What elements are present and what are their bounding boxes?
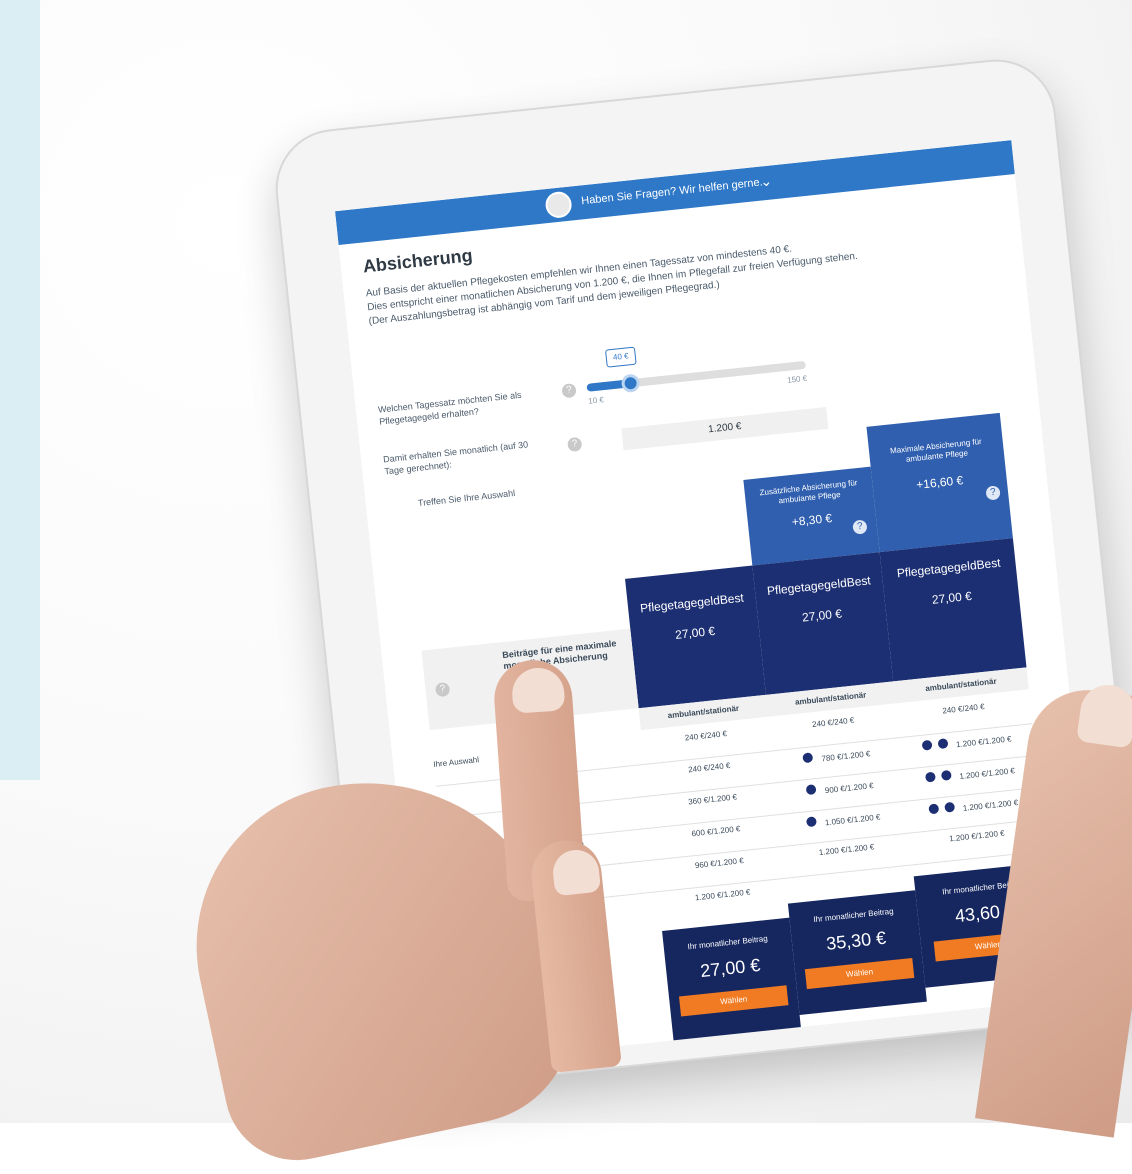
addon-price-plan-3: +16,60 € xyxy=(915,473,964,492)
addon-header-plan-2: Zusätzliche Absicherung für ambulante Pf… xyxy=(743,466,880,566)
help-icon-monthly[interactable]: ? xyxy=(567,436,583,453)
plan-price-1: 27,00 € xyxy=(674,623,716,642)
advisor-avatar[interactable] xyxy=(544,190,573,220)
info-icon[interactable] xyxy=(925,771,937,783)
slider-max-label: 150 € xyxy=(786,373,808,385)
slider-value-tooltip: 40 € xyxy=(604,346,637,368)
plan-header-3: PflegetagegeldBest 27,00 € xyxy=(879,538,1027,682)
help-text[interactable]: Haben Sie Fragen? Wir helfen gerne. xyxy=(581,176,763,207)
plan-2-row-2-value: 900 €/1.200 € xyxy=(824,781,875,796)
monthly-card-1-label: Ihr monatlicher Beitrag xyxy=(687,933,769,952)
monthly-card-2: Ihr monatlicher Beitrag 35,30 € Wählen xyxy=(787,890,927,1016)
info-icon[interactable] xyxy=(802,752,814,764)
addon-header-plan-3: Maximale Absicherung für ambulante Pfleg… xyxy=(866,412,1013,553)
left-accent-strip xyxy=(0,0,40,780)
addon-title-plan-3: Maximale Absicherung für ambulante Pfleg… xyxy=(889,436,983,464)
chevron-down-icon[interactable]: ⌄ xyxy=(759,172,772,190)
info-icon[interactable] xyxy=(937,738,949,750)
plan-2-row-1-value: 780 €/1.200 € xyxy=(821,749,871,764)
info-icon[interactable] xyxy=(922,739,934,751)
daily-rate-label: Welchen Tagessatz möchten Sie als Pflege… xyxy=(377,389,523,427)
info-icon-addon-plan-2[interactable]: ? xyxy=(852,519,868,535)
info-icon[interactable] xyxy=(806,816,818,828)
slider-handle[interactable] xyxy=(620,373,641,394)
plan-3-row-1-value: 1.200 €/1.200 € xyxy=(955,734,1012,750)
plan-header-1: PflegetagegeldBest 27,00 € xyxy=(625,565,766,709)
plan-name-2: PflegetagegeldBest xyxy=(766,573,872,599)
select-plan-2-button[interactable]: Wählen xyxy=(804,957,915,990)
info-icon[interactable] xyxy=(940,769,952,781)
plan-name-1: PflegetagegeldBest xyxy=(639,590,745,616)
plan-3-row-2-value: 1.200 €/1.200 € xyxy=(958,766,1016,782)
plan-3-row-3-value: 1.200 €/1.200 € xyxy=(962,798,1019,813)
info-icon[interactable] xyxy=(943,801,955,813)
info-icon[interactable] xyxy=(806,784,817,796)
monthly-card-1-value: 27,00 € xyxy=(699,954,762,982)
monthly-card-2-value: 35,30 € xyxy=(825,927,888,954)
info-icon-addon-plan-3[interactable]: ? xyxy=(985,485,1001,501)
help-icon-daily-rate[interactable]: ? xyxy=(561,383,577,399)
info-icon[interactable] xyxy=(928,803,940,815)
plan-price-2: 27,00 € xyxy=(801,606,843,625)
help-icon-table[interactable]: ? xyxy=(434,681,451,698)
addon-title-plan-2: Zusätzliche Absicherung für ambulante Pf… xyxy=(759,478,858,506)
addon-price-plan-2: +8,30 € xyxy=(791,510,833,530)
slider-min-label: 10 € xyxy=(587,395,605,406)
plan-2-row-3-value: 1.050 €/1.200 € xyxy=(824,812,881,828)
select-plan-1-button[interactable]: Wählen xyxy=(678,985,789,1017)
plan-header-2: PflegetagegeldBest 27,00 € xyxy=(752,552,894,695)
monthly-card-1: Ihr monatlicher Beitrag 27,00 € Wählen xyxy=(662,917,802,1043)
plan-name-3: PflegetagegeldBest xyxy=(896,555,1002,581)
monthly-card-2-label: Ihr monatlicher Beitrag xyxy=(812,906,894,925)
plan-price-3: 27,00 € xyxy=(931,588,973,607)
